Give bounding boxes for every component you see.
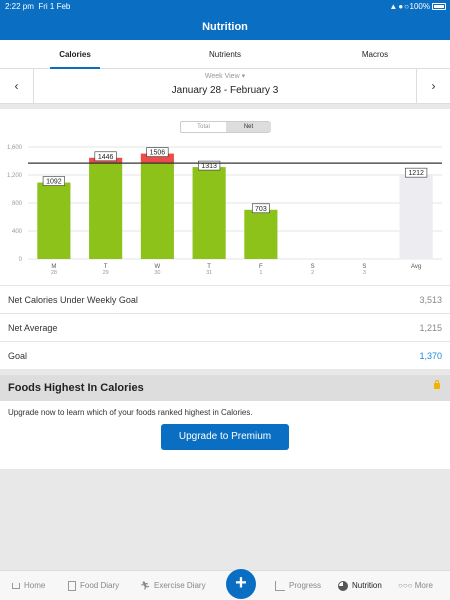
status-icons: ▲●○ — [389, 2, 410, 11]
pie-chart-icon — [338, 581, 348, 591]
x-tick-date: 28 — [51, 270, 57, 276]
data-label: 1092 — [46, 179, 62, 186]
home-icon — [12, 582, 20, 589]
bottom-tab-bar: Home Food Diary 🏃︎ Exercise Diary Progres… — [0, 570, 450, 600]
chevron-right-icon: › — [431, 79, 436, 93]
running-icon: 🏃︎ — [140, 581, 151, 590]
stat-row-goal[interactable]: Goal 1,370 — [0, 341, 450, 369]
nav-exercise-diary[interactable]: 🏃︎ Exercise Diary — [140, 581, 206, 593]
data-label: 1506 — [150, 150, 166, 157]
bar — [244, 209, 278, 259]
dots-icon: ○○○ — [398, 581, 413, 590]
toggle-net[interactable]: Net — [226, 122, 271, 132]
page-title: Nutrition — [202, 21, 248, 33]
tab-nutrients[interactable]: Nutrients — [150, 40, 300, 69]
x-tick-date: 31 — [206, 270, 212, 276]
data-label: 1313 — [201, 163, 217, 170]
x-tick-date: 1 — [259, 270, 262, 276]
nav-food-diary[interactable]: Food Diary — [68, 581, 119, 593]
week-view-dropdown[interactable]: Week View ▾ — [0, 72, 450, 80]
bar — [89, 163, 123, 259]
calories-chart-panel: Total Net 0 400 800 1,200 1,600 1092 M 28 1446 T 2… — [0, 109, 450, 285]
data-label: 703 — [255, 206, 267, 213]
stat-label: Goal — [8, 351, 28, 361]
stat-label: Net Calories Under Weekly Goal — [8, 295, 138, 305]
nav-home[interactable]: Home — [12, 581, 45, 593]
upgrade-message: Upgrade now to learn which of your foods… — [8, 408, 253, 417]
data-label: 1212 — [408, 170, 424, 177]
y-tick-label: 800 — [12, 201, 23, 207]
x-tick-date: 30 — [154, 270, 160, 276]
section-title: Foods Highest In Calories — [8, 382, 144, 394]
bar — [192, 167, 226, 259]
chevron-down-icon: ▾ — [241, 73, 246, 80]
tab-calories[interactable]: Calories — [0, 40, 150, 69]
foods-highest-header: Foods Highest In Calories — [0, 375, 450, 401]
stat-value: 1,215 — [419, 323, 442, 333]
stat-value: 3,513 — [419, 295, 442, 305]
status-bar: 2:22 pm Fri 1 Feb ▲●○ 100% — [0, 0, 450, 14]
week-selector: ‹ Week View ▾ January 28 - February 3 › — [0, 69, 450, 104]
nav-more[interactable]: ○○○ More — [398, 581, 433, 593]
nav-bar: Nutrition — [0, 14, 450, 40]
y-tick-label: 0 — [19, 257, 23, 263]
book-icon — [68, 581, 76, 591]
battery-icon — [432, 3, 446, 10]
calories-bar-chart: 04008001,2001,6001092M281446T291506W3013… — [7, 145, 442, 276]
lock-icon — [434, 380, 440, 389]
x-tick-day: Avg — [411, 264, 421, 270]
add-button[interactable]: + — [226, 569, 256, 599]
bar — [37, 182, 71, 259]
nav-nutrition[interactable]: Nutrition — [338, 581, 382, 593]
nav-progress[interactable]: Progress — [275, 581, 321, 593]
week-range: January 28 - February 3 — [171, 85, 279, 96]
tab-macros[interactable]: Macros — [300, 40, 450, 69]
stat-row-under-goal: Net Calories Under Weekly Goal 3,513 — [0, 285, 450, 313]
y-tick-label: 1,600 — [7, 145, 23, 151]
next-week-button[interactable]: › — [416, 69, 450, 104]
stats-list: Net Calories Under Weekly Goal 3,513 Net… — [0, 285, 450, 369]
goal-value[interactable]: 1,370 — [419, 351, 442, 361]
y-tick-label: 400 — [12, 229, 23, 235]
bar-average — [399, 174, 433, 259]
total-net-toggle[interactable]: Total Net — [180, 121, 271, 133]
stat-label: Net Average — [8, 323, 58, 333]
foods-highest-body: Upgrade now to learn which of your foods… — [0, 401, 450, 469]
x-tick-date: 29 — [103, 270, 109, 276]
bar — [140, 163, 174, 259]
upgrade-to-premium-button[interactable]: Upgrade to Premium — [161, 424, 289, 450]
stat-row-net-average: Net Average 1,215 — [0, 313, 450, 341]
x-tick-date: 2 — [311, 270, 314, 276]
status-time: 2:22 pm Fri 1 Feb — [5, 2, 71, 11]
tab-bar: Calories Nutrients Macros — [0, 40, 450, 69]
toggle-total[interactable]: Total — [181, 122, 226, 132]
data-label: 1446 — [98, 154, 114, 161]
x-tick-date: 3 — [363, 270, 366, 276]
battery-level: 100% — [409, 2, 430, 11]
y-tick-label: 1,200 — [7, 173, 23, 179]
chart-icon — [275, 581, 285, 591]
